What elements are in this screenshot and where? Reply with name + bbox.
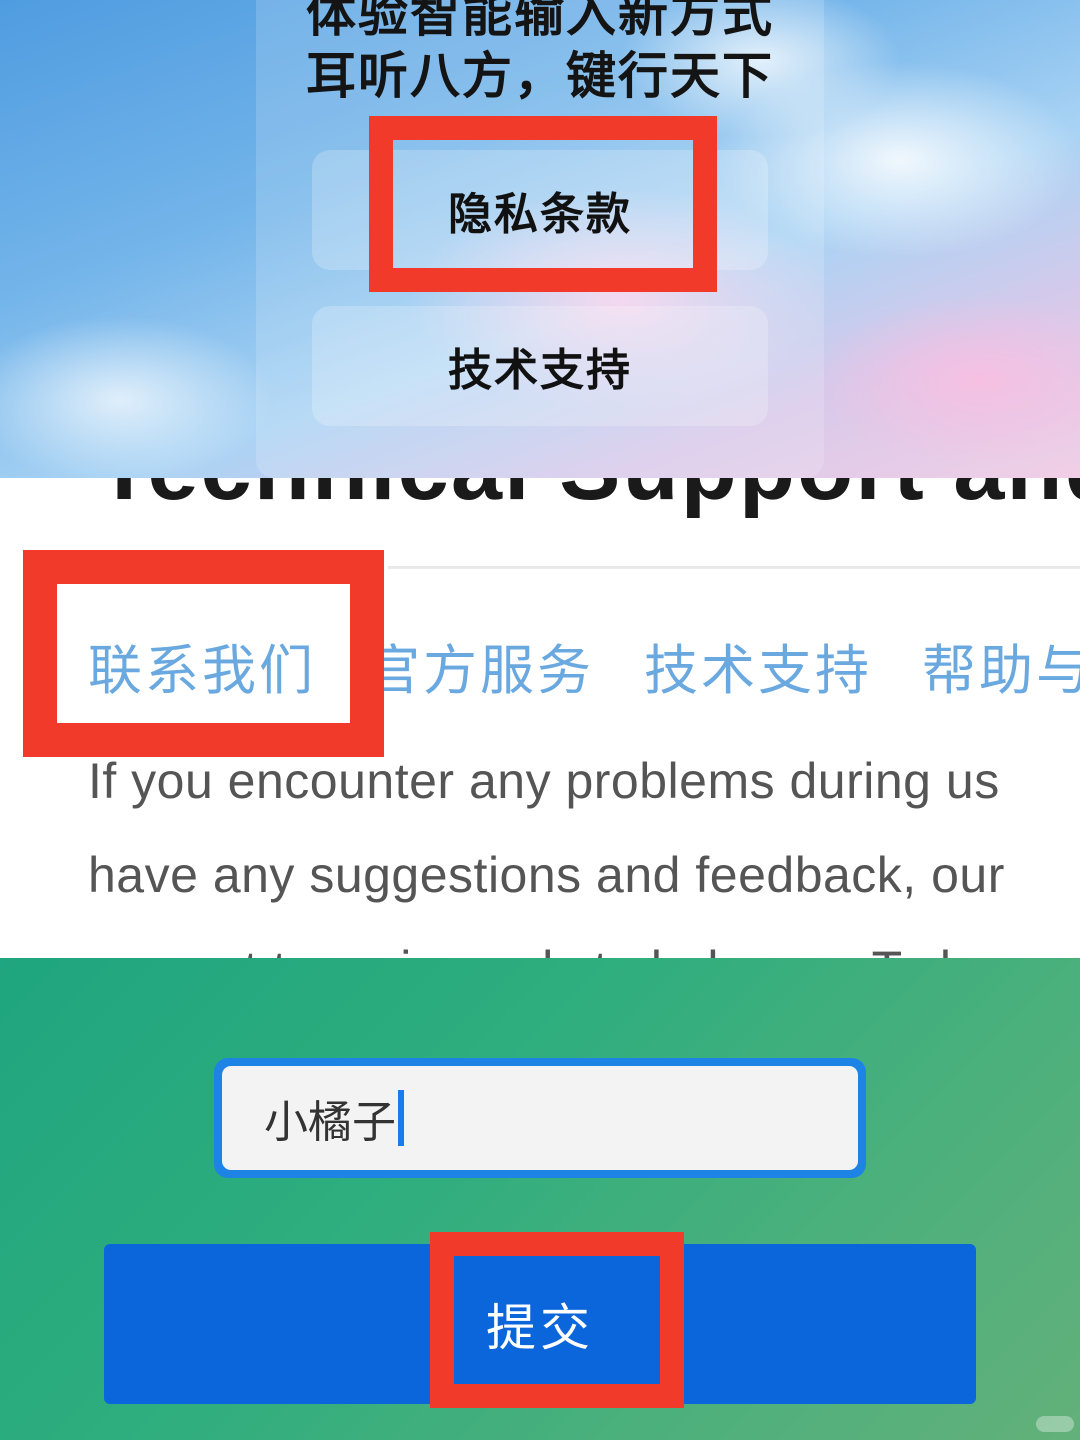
page-title: Technical Support and Cont (96, 478, 1080, 521)
highlight-box-submit (430, 1232, 684, 1408)
name-input-value: 小橘子 (264, 1097, 396, 1148)
paragraph-line: support team is ready to help you. To be (88, 922, 1080, 960)
tab-technical-support[interactable]: 技术支持 (644, 638, 872, 704)
support-paragraph: If you encounter any problems during us … (88, 734, 1080, 960)
text-cursor (398, 1090, 404, 1146)
highlight-box-contact-us (23, 550, 384, 757)
highlight-box-privacy (369, 116, 717, 292)
technical-support-button[interactable]: 技术支持 (312, 306, 768, 426)
watermark (1036, 1416, 1074, 1432)
tab-help-feedback[interactable]: 帮助与反馈 (922, 638, 1080, 704)
slogan-line-2: 耳听八方，键行天下 (306, 47, 774, 105)
paragraph-line: have any suggestions and feedback, our (88, 847, 1005, 903)
name-input[interactable]: 小橘子 (222, 1066, 858, 1170)
name-input-frame[interactable]: 小橘子 (214, 1058, 866, 1178)
divider (388, 566, 1080, 569)
tab-official-service[interactable]: 官方服务 (366, 638, 594, 704)
